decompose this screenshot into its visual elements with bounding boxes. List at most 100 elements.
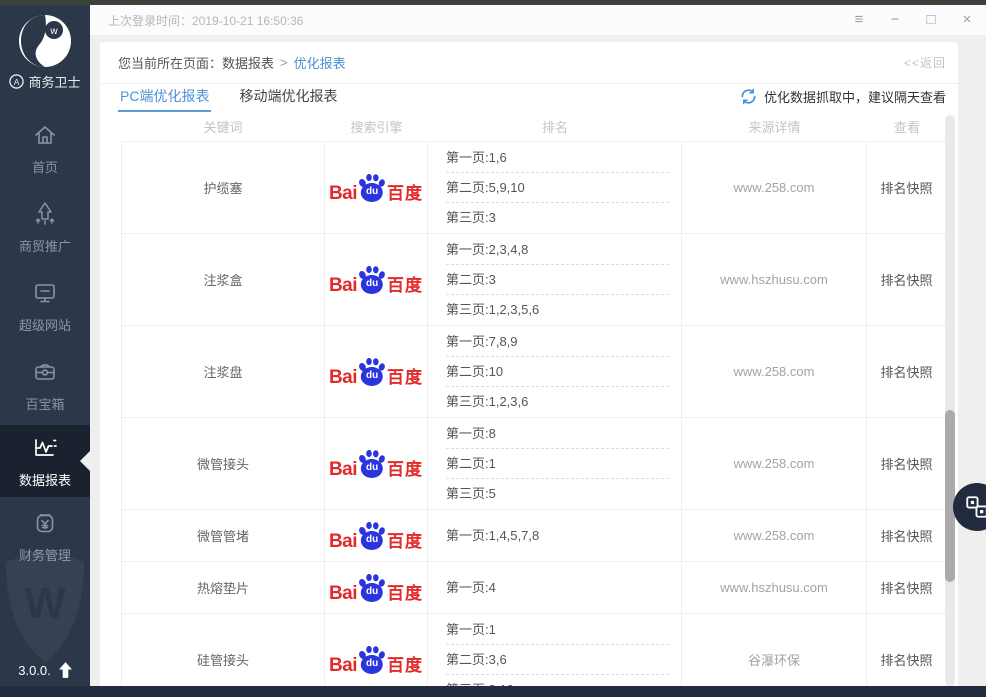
app-logo: w	[18, 14, 72, 68]
back-button[interactable]: <<返回	[904, 54, 946, 71]
engine-cell: Bai du 百度	[325, 326, 428, 417]
sidebar-item-website[interactable]: 超级网站	[0, 267, 90, 346]
minimize-icon[interactable]: −	[886, 11, 904, 29]
rank-cell: 第一页:1,4,5,7,8	[428, 510, 682, 561]
toolbox-icon	[31, 358, 59, 386]
table-row: 微管接头 Bai du	[121, 417, 947, 509]
keyword-cell: 硅管接头	[121, 614, 325, 686]
keyword-cell: 护缆塞	[121, 142, 325, 233]
snapshot-link[interactable]: 排名快照	[880, 270, 932, 289]
table-row: 热熔垫片 Bai du	[121, 561, 947, 613]
breadcrumb-prefix: 您当前所在页面：	[118, 53, 222, 72]
table-row: 注浆盘 Bai du 百	[121, 325, 947, 417]
source-cell: 谷瀑环保	[682, 614, 867, 686]
col-header-source: 来源详情	[682, 117, 867, 136]
sidebar-item-promotion[interactable]: 商贸推广	[0, 188, 90, 267]
sidebar-item-finance[interactable]: 财务管理	[0, 497, 90, 576]
engine-cell: Bai du 百度	[325, 142, 428, 233]
brand-name: 商务卫士	[28, 72, 80, 91]
rank-cell: 第一页:4	[428, 562, 682, 613]
baidu-logo: Bai du 百度	[329, 448, 423, 479]
sidebar: w A 商务卫士 首页 商贸推广	[0, 5, 90, 686]
keyword-cell: 注浆盘	[121, 326, 325, 417]
snapshot-link[interactable]: 排名快照	[880, 178, 932, 197]
source-cell: www.258.com	[682, 418, 867, 509]
sidebar-item-toolbox[interactable]: 百宝箱	[0, 346, 90, 425]
table-row: 护缆塞 Bai du 百	[121, 141, 947, 233]
maximize-icon[interactable]: □	[922, 11, 940, 29]
main-area: 上次登录时间：2019-10-21 16:50:36 ≡ − □ × 您当前所在…	[90, 5, 986, 686]
source-cell: www.hszhusu.com	[682, 562, 867, 613]
active-item-caret	[80, 451, 90, 471]
engine-cell: Bai du 百度	[325, 418, 428, 509]
table-body: 护缆塞 Bai du 百	[121, 141, 947, 686]
finance-icon	[31, 509, 59, 537]
keyword-cell: 微管管堵	[121, 510, 325, 561]
table-row: 硅管接头 Bai du	[121, 613, 947, 686]
keyword-cell: 热熔垫片	[121, 562, 325, 613]
tab-pc-report[interactable]: PC端优化报表	[118, 84, 211, 112]
rank-cell: 第一页:1,6 第二页:5,9,10 第三页:3	[428, 142, 682, 233]
baidu-logo: Bai du 百度	[329, 172, 423, 203]
sidebar-item-label: 百宝箱	[25, 394, 64, 413]
keyword-cell: 微管接头	[121, 418, 325, 509]
snapshot-link[interactable]: 排名快照	[880, 362, 932, 381]
source-cell: www.258.com	[682, 326, 867, 417]
source-cell: www.258.com	[682, 510, 867, 561]
sidebar-item-reports[interactable]: 数据报表	[0, 425, 90, 497]
sidebar-item-label: 商贸推广	[19, 236, 71, 255]
table-row: 注浆盒 Bai du 百	[121, 233, 947, 325]
baidu-logo: Bai du 百度	[329, 644, 423, 675]
breadcrumb-page[interactable]: 优化报表	[294, 53, 346, 72]
window-bottom-bar	[0, 686, 986, 697]
qr-code-icon	[964, 494, 986, 520]
sidebar-item-home[interactable]: 首页	[0, 109, 90, 188]
brand-badge-icon: A	[9, 74, 24, 89]
brand-block: w A 商务卫士	[0, 14, 90, 109]
breadcrumb: 您当前所在页面：数据报表 > 优化报表 <<返回	[100, 42, 958, 84]
col-header-keyword: 关键词	[121, 117, 325, 136]
breadcrumb-section: 数据报表	[222, 53, 274, 72]
sidebar-item-label: 数据报表	[19, 470, 71, 489]
rank-cell: 第一页:2,3,4,8 第二页:3 第三页:1,2,3,5,6	[428, 234, 682, 325]
snapshot-link[interactable]: 排名快照	[880, 526, 932, 545]
last-login-text: 上次登录时间：2019-10-21 16:50:36	[108, 12, 303, 29]
content-card: 您当前所在页面：数据报表 > 优化报表 <<返回 PC端优化报表 移动端优化报表…	[100, 42, 958, 686]
refresh-icon[interactable]	[740, 88, 757, 105]
source-cell: www.258.com	[682, 142, 867, 233]
col-header-engine: 搜索引擎	[325, 117, 428, 136]
svg-text:W: W	[24, 579, 66, 628]
keyword-cell: 注浆盒	[121, 234, 325, 325]
scrollbar-thumb[interactable]	[945, 410, 955, 582]
table-row: 微管管堵 Bai du	[121, 509, 947, 561]
rank-cell: 第一页:8 第二页:1 第三页:5	[428, 418, 682, 509]
app-window: w A 商务卫士 首页 商贸推广	[0, 0, 986, 697]
rank-cell: 第一页:1 第二页:3,6 第三页:8,10	[428, 614, 682, 686]
report-icon	[30, 434, 60, 462]
engine-cell: Bai du 百度	[325, 510, 428, 561]
breadcrumb-separator: >	[280, 55, 288, 70]
close-icon[interactable]: ×	[958, 11, 976, 29]
version-label: 3.0.0.	[18, 663, 51, 678]
vertical-scrollbar[interactable]	[945, 115, 955, 686]
snapshot-link[interactable]: 排名快照	[880, 650, 932, 669]
tab-bar: PC端优化报表 移动端优化报表 优化数据抓取中，建议隔天查看	[118, 84, 946, 112]
sidebar-item-label: 首页	[32, 157, 58, 176]
website-icon	[31, 279, 59, 307]
source-cell: www.hszhusu.com	[682, 234, 867, 325]
baidu-logo: Bai du 百度	[329, 572, 423, 603]
baidu-logo: Bai du 百度	[329, 356, 423, 387]
engine-cell: Bai du 百度	[325, 614, 428, 686]
rank-cell: 第一页:7,8,9 第二页:10 第三页:1,2,3,6	[428, 326, 682, 417]
home-icon	[31, 121, 59, 149]
col-header-view: 查看	[867, 117, 947, 136]
svg-text:w: w	[49, 26, 58, 37]
menu-icon[interactable]: ≡	[850, 11, 868, 29]
upgrade-arrow-icon[interactable]	[59, 662, 72, 678]
title-bar: 上次登录时间：2019-10-21 16:50:36 ≡ − □ ×	[90, 5, 986, 35]
tab-mobile-report[interactable]: 移动端优化报表	[237, 84, 339, 112]
col-header-rank: 排名	[428, 117, 682, 136]
table-header: 关键词 搜索引擎 排名 来源详情 查看	[121, 112, 947, 141]
snapshot-link[interactable]: 排名快照	[880, 578, 932, 597]
snapshot-link[interactable]: 排名快照	[880, 454, 932, 473]
